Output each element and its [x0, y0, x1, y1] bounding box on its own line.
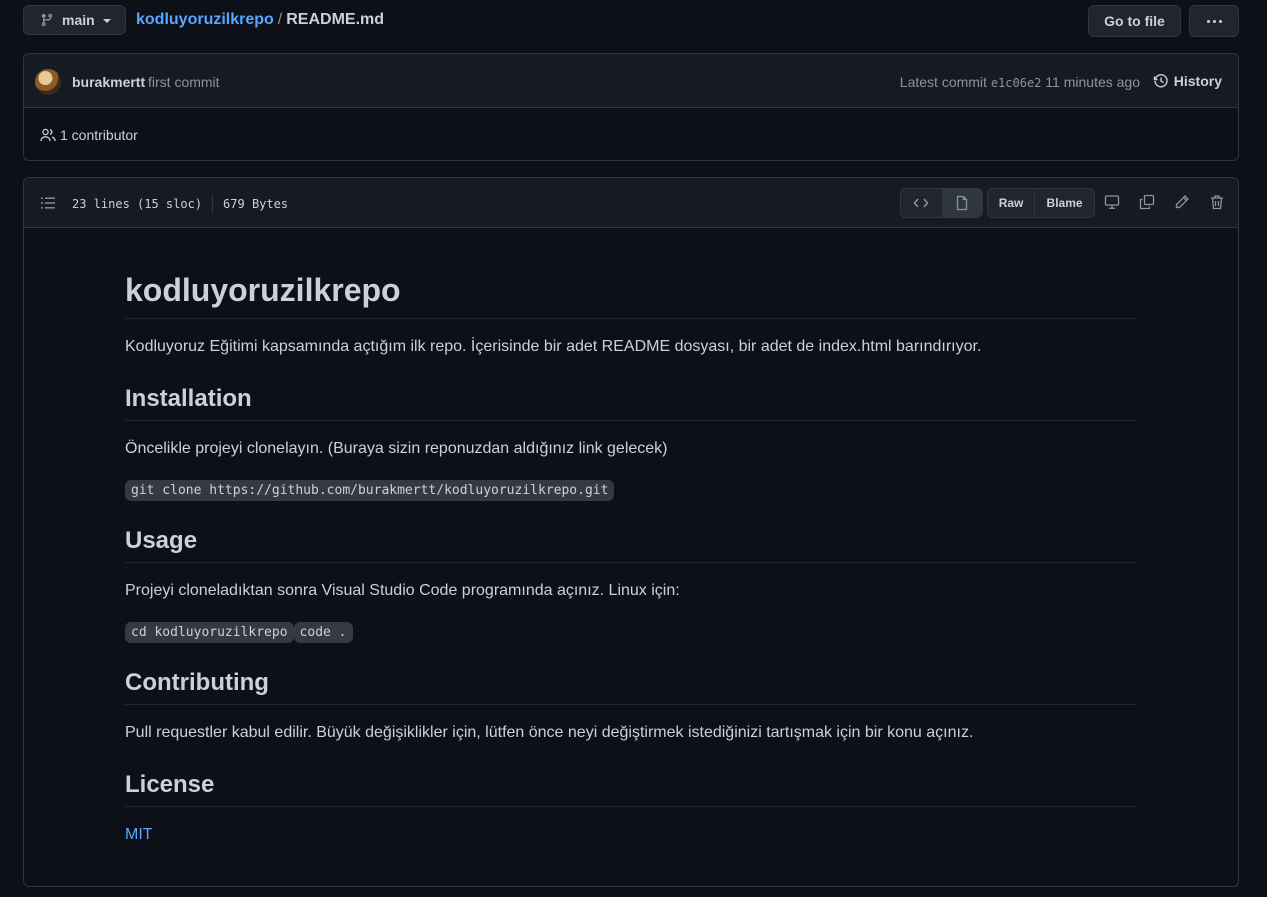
- code-icon: [913, 198, 929, 208]
- commit-time: 11 minutes ago: [1045, 74, 1140, 90]
- readme-intro: Kodluyoruz Eğitimi kapsamında açtığım il…: [125, 338, 982, 355]
- commit-author[interactable]: burakmertt: [72, 74, 145, 90]
- file-lines: 23 lines (15 sloc): [72, 197, 203, 211]
- installation-heading: Installation: [125, 378, 1137, 421]
- list-unordered-icon[interactable]: [40, 195, 56, 214]
- view-toggle: [900, 188, 983, 218]
- file-icon: [957, 195, 968, 211]
- usage-text: Projeyi cloneladıktan sonra Visual Studi…: [125, 582, 680, 599]
- installation-code: git clone https://github.com/burakmertt/…: [125, 480, 615, 501]
- license-line: MIT: [125, 823, 153, 847]
- usage-code-cd: cd kodluyoruzilkrepo: [125, 622, 294, 643]
- usage-code-open: code .: [293, 622, 353, 643]
- history-link[interactable]: History: [1153, 73, 1222, 89]
- display-source-button[interactable]: [901, 189, 942, 217]
- file-header: 23 lines (15 sloc) 679 Bytes Raw Blame: [24, 178, 1238, 228]
- copy-icon[interactable]: [1138, 193, 1156, 211]
- contributing-text: Pull requestler kabul edilir. Büyük deği…: [125, 724, 974, 741]
- commit-header: burakmertt first commit Latest commit e1…: [24, 54, 1238, 108]
- breadcrumb-repo-link[interactable]: kodluyoruzilkrepo: [136, 11, 274, 28]
- more-options-button[interactable]: [1189, 5, 1239, 37]
- branch-name: main: [62, 12, 95, 28]
- raw-blame-group: Raw Blame: [987, 188, 1095, 218]
- pencil-icon[interactable]: [1173, 193, 1191, 211]
- file-size: 679 Bytes: [223, 197, 289, 211]
- breadcrumb-separator: /: [277, 11, 283, 28]
- contributors-count: 1 contributor: [60, 127, 138, 143]
- raw-button[interactable]: Raw: [988, 189, 1034, 217]
- commit-message[interactable]: first commit: [148, 74, 220, 90]
- file-box: 23 lines (15 sloc) 679 Bytes Raw Blame k…: [23, 177, 1239, 887]
- people-icon: [40, 128, 56, 142]
- device-desktop-icon[interactable]: [1103, 193, 1121, 211]
- usage-code-line: cd kodluyoruzilkrepo code .: [125, 620, 353, 645]
- installation-code-line: git clone https://github.com/burakmertt/…: [125, 478, 615, 503]
- license-link[interactable]: MIT: [125, 826, 153, 843]
- breadcrumb-file: README.md: [286, 11, 385, 28]
- top-bar: main kodluyoruzilkrepo / README.md Go to f…: [23, 5, 1239, 37]
- kebab-horizontal-icon: [1206, 19, 1222, 23]
- usage-heading: Usage: [125, 520, 1137, 563]
- readme-title: kodluyoruzilkrepo: [125, 270, 1137, 319]
- breadcrumb: kodluyoruzilkrepo / README.md: [136, 11, 384, 29]
- divider: [212, 195, 214, 213]
- commit-sha[interactable]: e1c06e2: [991, 76, 1042, 90]
- latest-commit-info: Latest commit e1c06e2 11 minutes ago: [900, 74, 1140, 90]
- license-heading: License: [125, 764, 1137, 807]
- contributors-link[interactable]: 1 contributor: [40, 127, 138, 143]
- avatar[interactable]: [35, 69, 61, 95]
- git-branch-icon: [41, 13, 53, 27]
- go-to-file-button[interactable]: Go to file: [1088, 5, 1181, 37]
- installation-text: Öncelikle projeyi clonelayın. (Buraya si…: [125, 440, 668, 457]
- trash-icon[interactable]: [1208, 193, 1226, 211]
- commit-box: burakmertt first commit Latest commit e1…: [23, 53, 1239, 161]
- file-info: 23 lines (15 sloc) 679 Bytes: [72, 195, 288, 213]
- chevron-down-icon: [102, 19, 111, 23]
- latest-commit-label: Latest commit: [899, 74, 987, 90]
- history-label: History: [1173, 73, 1222, 89]
- branch-selector-button[interactable]: main: [23, 5, 126, 35]
- history-icon: [1153, 74, 1168, 88]
- contributing-heading: Contributing: [125, 662, 1137, 705]
- blame-button[interactable]: Blame: [1034, 189, 1094, 217]
- display-rendered-button[interactable]: [941, 189, 982, 217]
